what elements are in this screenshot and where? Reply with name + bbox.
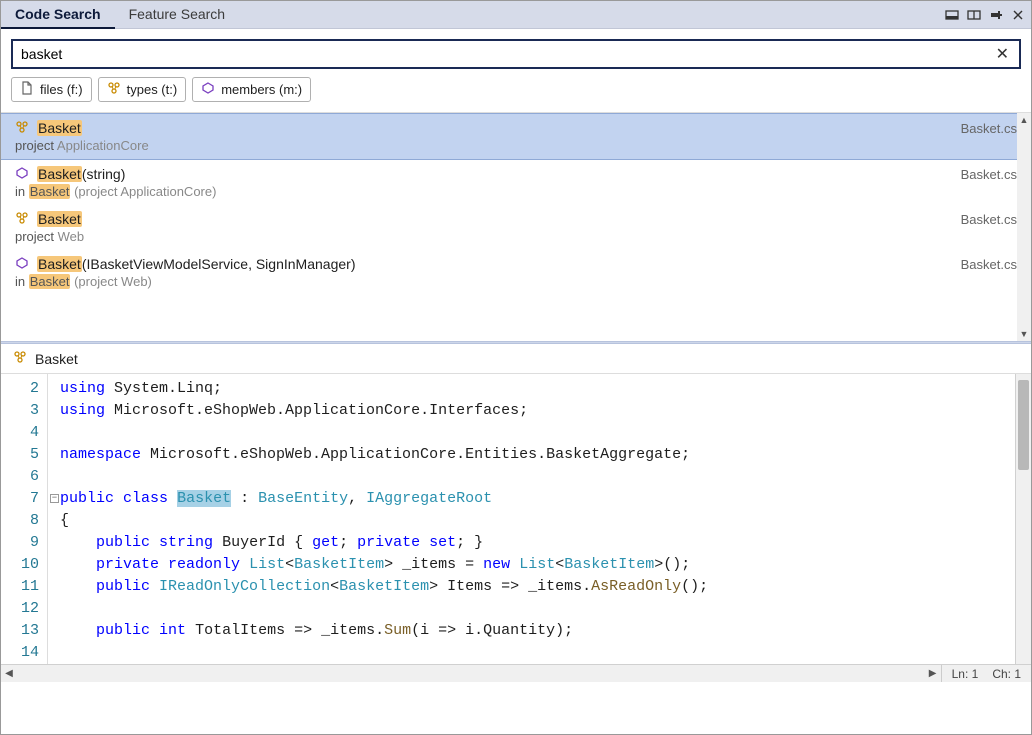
code-line[interactable]: [48, 422, 1015, 444]
code-line[interactable]: −public class Basket : BaseEntity, IAggr…: [48, 488, 1015, 510]
results-scrollbar[interactable]: ▲ ▼: [1017, 113, 1031, 341]
result-file: Basket.cs: [961, 257, 1017, 272]
line-gutter: 234567891011121314: [1, 374, 47, 664]
result-item[interactable]: Basket(string) Basket.cs in Basket (projec…: [1, 160, 1031, 205]
code-line[interactable]: [48, 466, 1015, 488]
filter-types-label: types (t:): [127, 82, 178, 97]
code-line[interactable]: namespace Microsoft.eShopWeb.Application…: [48, 444, 1015, 466]
member-icon: [15, 256, 31, 272]
code-line[interactable]: [48, 642, 1015, 664]
result-subtitle: in Basket (project Web): [15, 274, 1017, 289]
result-file: Basket.cs: [961, 167, 1017, 182]
type-icon: [13, 350, 27, 367]
result-item[interactable]: Basket Basket.cs project Web: [1, 205, 1031, 250]
preview-title: Basket: [35, 351, 78, 367]
file-icon: [20, 81, 34, 98]
filter-chips: files (f:) types (t:) members (m:): [1, 77, 1031, 112]
code-line[interactable]: public IReadOnlyCollection<BasketItem> I…: [48, 576, 1015, 598]
code-vertical-scrollbar[interactable]: [1015, 374, 1031, 664]
status-bar: Ln: 1 Ch: 1: [941, 665, 1031, 682]
code-line[interactable]: {: [48, 510, 1015, 532]
code-line[interactable]: using Microsoft.eShopWeb.ApplicationCore…: [48, 400, 1015, 422]
search-mode-tabs: Code Search Feature Search: [1, 1, 239, 29]
type-icon: [107, 81, 121, 98]
result-file: Basket.cs: [961, 212, 1017, 227]
window-controls: [945, 8, 1025, 22]
collapse-toggle-icon[interactable]: −: [50, 494, 59, 503]
results-area: BasketBasket.csproject ApplicationCoreBa…: [1, 112, 1031, 341]
code-line[interactable]: using System.Linq;: [48, 378, 1015, 400]
result-title: Basket: [37, 120, 955, 136]
hscroll-track[interactable]: [17, 665, 925, 682]
filter-files[interactable]: files (f:): [11, 77, 92, 102]
code-lines[interactable]: using System.Linq;using Microsoft.eShopW…: [47, 374, 1015, 664]
member-icon: [201, 81, 215, 98]
search-box-container: ✕: [1, 29, 1031, 77]
search-box[interactable]: ✕: [11, 39, 1021, 69]
result-file: Basket.cs: [961, 121, 1017, 136]
status-line: Ln: 1: [952, 667, 979, 681]
code-line[interactable]: public string BuyerId { get; private set…: [48, 532, 1015, 554]
type-icon: [15, 211, 31, 227]
scroll-up-icon[interactable]: ▲: [1020, 113, 1029, 127]
code-line[interactable]: public int TotalItems => _items.Sum(i =>…: [48, 620, 1015, 642]
tab-feature-search[interactable]: Feature Search: [115, 1, 240, 29]
filter-files-label: files (f:): [40, 82, 83, 97]
close-icon[interactable]: [1011, 8, 1025, 22]
filter-types[interactable]: types (t:): [98, 77, 187, 102]
result-item[interactable]: Basket(IBasketViewModelService, SignInMa…: [1, 250, 1031, 295]
type-icon: [15, 120, 31, 136]
minimize-panel-icon[interactable]: [945, 8, 959, 22]
scroll-right-icon[interactable]: ▶: [925, 668, 941, 679]
horizontal-scrollbar[interactable]: ◀ ▶ Ln: 1 Ch: 1: [1, 664, 1031, 682]
result-title: Basket: [37, 211, 955, 227]
preview-header: Basket: [1, 344, 1031, 374]
scrollbar-thumb[interactable]: [1018, 380, 1029, 470]
search-input[interactable]: [21, 46, 992, 62]
titlebar: Code Search Feature Search: [1, 1, 1031, 29]
result-subtitle: project Web: [15, 229, 1017, 244]
filter-members[interactable]: members (m:): [192, 77, 311, 102]
code-preview[interactable]: 234567891011121314 using System.Linq;usi…: [1, 374, 1031, 664]
result-title: Basket(IBasketViewModelService, SignInMa…: [37, 256, 955, 272]
filter-members-label: members (m:): [221, 82, 302, 97]
split-panel-icon[interactable]: [967, 8, 981, 22]
result-title: Basket(string): [37, 166, 955, 182]
result-subtitle: project ApplicationCore: [15, 138, 1017, 153]
member-icon: [15, 166, 31, 182]
pin-icon[interactable]: [989, 8, 1003, 22]
result-item[interactable]: Basket Basket.cs project ApplicationCore: [1, 113, 1031, 160]
code-line[interactable]: private readonly List<BasketItem> _items…: [48, 554, 1015, 576]
clear-search-icon[interactable]: ✕: [992, 44, 1013, 64]
results-list: BasketBasket.csproject ApplicationCoreBa…: [1, 113, 1031, 341]
tab-code-search[interactable]: Code Search: [1, 1, 115, 29]
scroll-left-icon[interactable]: ◀: [1, 668, 17, 679]
status-col: Ch: 1: [992, 667, 1021, 681]
scroll-down-icon[interactable]: ▼: [1020, 327, 1029, 341]
result-subtitle: in Basket (project ApplicationCore): [15, 184, 1017, 199]
code-line[interactable]: [48, 598, 1015, 620]
